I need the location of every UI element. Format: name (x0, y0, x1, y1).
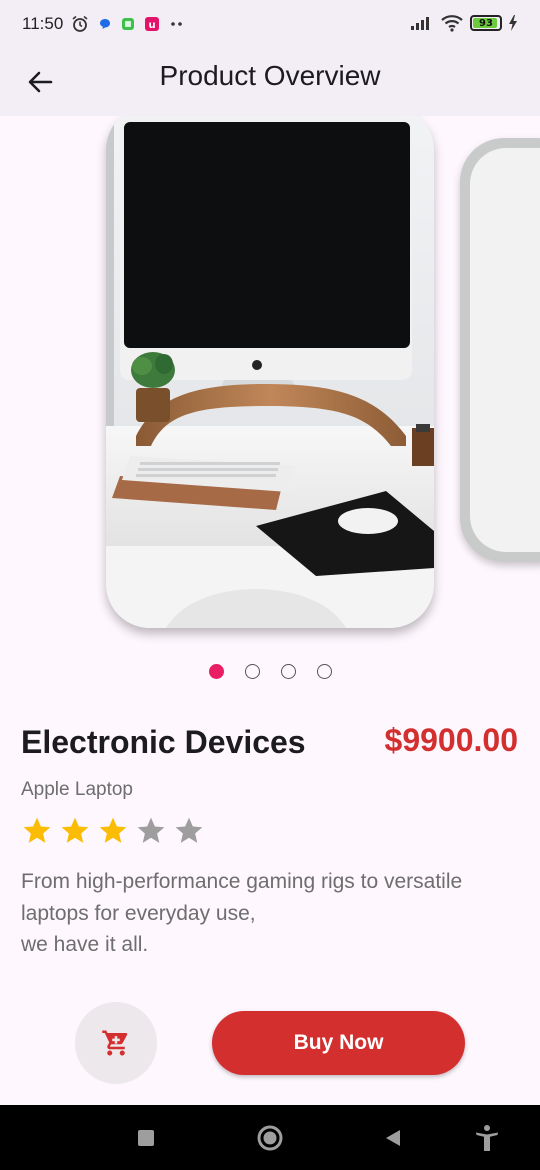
accessibility-button[interactable] (472, 1123, 502, 1153)
system-nav-bar (0, 1105, 540, 1170)
home-icon (257, 1125, 283, 1151)
app-icon-pink: u (145, 17, 160, 31)
star-filled-icon (99, 817, 127, 843)
product-description: From high-performance gaming rigs to ver… (21, 866, 521, 961)
description-line: From high-performance gaming rigs to ver… (21, 870, 463, 893)
product-subtitle: Apple Laptop (21, 779, 133, 800)
app-icon-green (122, 18, 135, 30)
recents-icon (138, 1130, 154, 1146)
signal-icon (411, 17, 429, 30)
battery-text: 93 (479, 17, 493, 29)
carousel-dot[interactable] (208, 664, 224, 679)
battery-icon: 93 (470, 15, 502, 31)
more-dots-icon (171, 22, 183, 26)
svg-text:u: u (149, 20, 156, 31)
star-empty-icon (175, 817, 203, 843)
recents-button[interactable] (131, 1123, 161, 1153)
accessibility-icon (476, 1125, 498, 1151)
add-to-cart-button[interactable] (75, 1002, 157, 1084)
buy-now-button[interactable]: Buy Now (212, 1011, 465, 1075)
description-line: we have it all. (21, 933, 149, 956)
star-filled-icon (61, 817, 89, 843)
alarm-icon (72, 15, 88, 32)
carousel-indicator (0, 664, 540, 679)
status-icons-right: 93 (410, 14, 518, 32)
status-time: 11:50 (22, 14, 64, 33)
carousel-slide-current[interactable] (106, 116, 434, 628)
carousel-dot[interactable] (316, 664, 332, 679)
description-line: laptops for everyday use, (21, 901, 256, 925)
cart-icon (102, 1030, 128, 1056)
back-nav-button[interactable] (378, 1123, 408, 1153)
app-bar: Product Overview (0, 48, 540, 116)
rating-stars (21, 815, 205, 847)
next-slide-image (470, 148, 540, 552)
product-price: $9900.00 (384, 722, 518, 758)
product-image (106, 116, 434, 628)
wifi-icon (441, 15, 463, 32)
carousel-slide-next[interactable] (460, 138, 540, 562)
star-filled-icon (23, 817, 51, 843)
star-empty-icon (137, 817, 165, 843)
charging-icon (509, 15, 517, 31)
messenger-icon (100, 19, 111, 29)
back-icon (386, 1130, 400, 1146)
page-title: Product Overview (159, 60, 381, 91)
screen: 11:50 u 93 Product Overview Electronic D… (0, 0, 540, 1170)
product-name: Electronic Devices (21, 724, 306, 760)
product-carousel[interactable] (0, 116, 540, 646)
carousel-dot[interactable] (280, 664, 296, 679)
home-button[interactable] (255, 1123, 285, 1153)
status-icons-left: u (71, 15, 185, 33)
status-bar: 11:50 u 93 (0, 0, 540, 48)
carousel-dot[interactable] (244, 664, 260, 679)
